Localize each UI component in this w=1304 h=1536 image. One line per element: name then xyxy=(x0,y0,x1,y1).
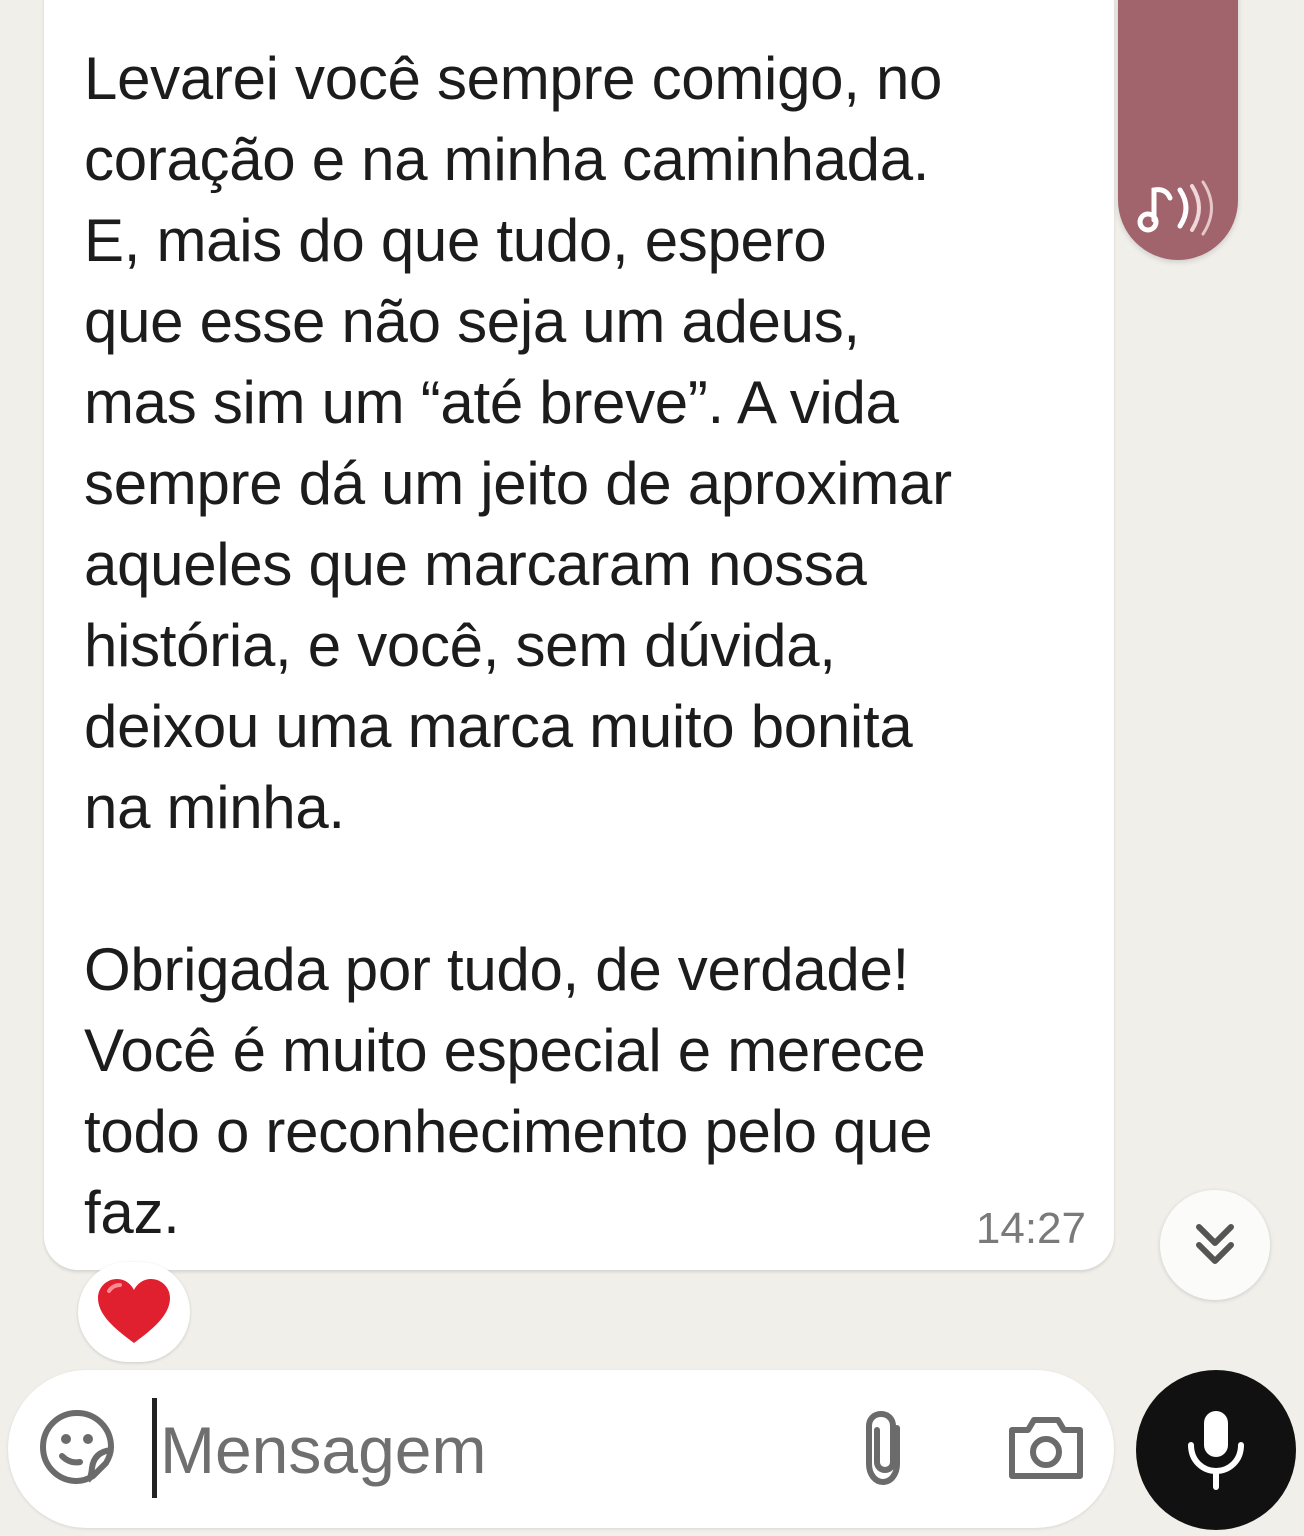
heart-reaction[interactable] xyxy=(78,1262,190,1362)
scroll-to-bottom-button[interactable] xyxy=(1160,1190,1270,1300)
message-input[interactable] xyxy=(160,1404,800,1496)
audio-note-icon[interactable] xyxy=(1136,176,1220,240)
microphone-button[interactable] xyxy=(1136,1370,1296,1530)
heart-icon xyxy=(98,1279,170,1343)
paperclip-icon[interactable] xyxy=(852,1406,918,1490)
message-timestamp: 14:27 xyxy=(975,1204,1086,1253)
camera-icon[interactable] xyxy=(1006,1410,1086,1484)
message-text: Levarei você sempre comigo, no coração e… xyxy=(84,45,952,1246)
double-chevron-down-icon xyxy=(1196,1224,1234,1264)
text-cursor xyxy=(152,1398,157,1498)
microphone-icon xyxy=(1188,1411,1244,1490)
sticker-icon[interactable] xyxy=(38,1408,116,1486)
